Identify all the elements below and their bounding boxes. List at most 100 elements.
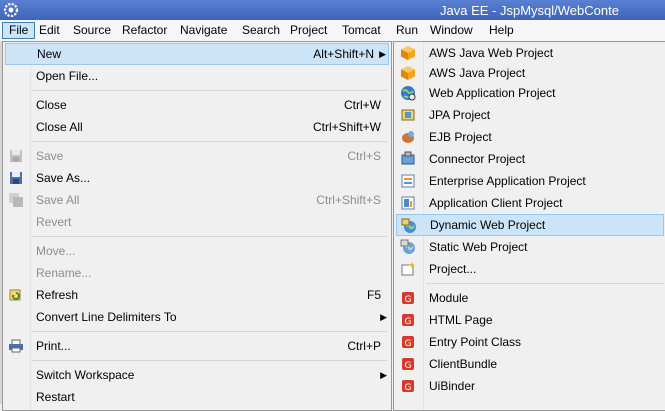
menu-run[interactable]: Run (390, 22, 424, 39)
menu-separator (426, 283, 664, 284)
menu-item-label: Revert (36, 215, 72, 229)
menu-item-label: Close All (36, 120, 83, 134)
menu-help[interactable]: Help (483, 22, 520, 39)
app-client-project-icon (401, 196, 415, 210)
submenu-item-label: Connector Project (429, 152, 526, 166)
submenu-item-uibinder[interactable]: G UiBinder (396, 375, 664, 397)
submenu-item-clientbundle[interactable]: G ClientBundle (396, 353, 664, 375)
svg-text:G: G (405, 317, 412, 327)
menu-item-refresh[interactable]: Refresh F5 (5, 284, 389, 306)
menu-tomcat[interactable]: Tomcat (336, 22, 387, 39)
menu-item-print[interactable]: Print... Ctrl+P (5, 335, 389, 357)
enterprise-project-icon (401, 174, 415, 188)
menu-item-open-file[interactable]: Open File... (5, 65, 389, 87)
submenu-item-label: AWS Java Web Project (429, 46, 554, 60)
globe-project-icon (401, 86, 416, 101)
submenu-item-module[interactable]: G Module (396, 287, 664, 309)
menu-item-label: Print... (36, 339, 71, 353)
menu-item-new[interactable]: New Alt+Shift+N ▶ (5, 43, 389, 65)
gwt-icon: G (402, 380, 414, 393)
submenu-item-label: ClientBundle (429, 357, 498, 371)
svg-text:G: G (405, 295, 412, 305)
menu-item-save[interactable]: Save Ctrl+S (5, 145, 389, 167)
file-menu: New Alt+Shift+N ▶ Open File... Close Ctr… (2, 41, 392, 411)
refresh-icon (9, 289, 21, 301)
submenu-item-label: Module (429, 291, 469, 305)
menu-item-shortcut: Ctrl+Shift+S (316, 193, 381, 207)
submenu-item-project[interactable]: Project... (396, 258, 664, 280)
menu-item-switch-workspace[interactable]: Switch Workspace ▶ (5, 364, 389, 386)
submenu-arrow-icon: ▶ (379, 49, 386, 59)
menu-item-label: Save All (36, 193, 80, 207)
submenu-item-dynamic-web-project[interactable]: Dynamic Web Project (396, 214, 664, 236)
menu-item-revert[interactable]: Revert (5, 211, 389, 233)
menu-item-label: Switch Workspace (36, 368, 135, 382)
submenu-item-label: UiBinder (429, 379, 476, 393)
submenu-item-label: HTML Page (429, 313, 493, 327)
submenu-item-web-application-project[interactable]: Web Application Project (396, 82, 664, 104)
submenu-item-label: Entry Point Class (429, 335, 522, 349)
menu-item-shortcut: Ctrl+S (347, 149, 381, 163)
dynamic-web-project-icon (401, 218, 416, 233)
submenu-item-enterprise-application-project[interactable]: Enterprise Application Project (396, 170, 664, 192)
submenu-item-aws-java-web-project[interactable]: AWS Java Web Project (396, 42, 664, 64)
submenu-item-label: Web Application Project (429, 86, 556, 100)
save-all-icon (9, 193, 23, 207)
menu-item-convert-line-delimiters[interactable]: Convert Line Delimiters To ▶ (5, 306, 389, 328)
connector-project-icon (401, 151, 415, 165)
menu-item-label: Rename... (36, 266, 92, 280)
print-icon (9, 339, 23, 353)
menu-file[interactable]: File (2, 22, 36, 39)
menu-item-label: Close (36, 98, 67, 112)
menu-search[interactable]: Search (236, 22, 286, 39)
new-project-icon (401, 262, 415, 276)
submenu-item-html-page[interactable]: G HTML Page (396, 309, 664, 331)
menu-item-label: Open File... (36, 69, 99, 83)
menu-item-restart[interactable]: Restart (5, 386, 389, 408)
submenu-item-entry-point-class[interactable]: G Entry Point Class (396, 331, 664, 353)
submenu-item-application-client-project[interactable]: Application Client Project (396, 192, 664, 214)
gwt-icon: G (402, 336, 414, 349)
menu-item-save-all[interactable]: Save All Ctrl+Shift+S (5, 189, 389, 211)
menu-item-shortcut: Ctrl+W (344, 98, 381, 112)
svg-text:G: G (405, 361, 412, 371)
submenu-item-aws-java-project[interactable]: AWS Java Project (396, 62, 664, 84)
submenu-item-jpa-project[interactable]: JPA Project (396, 104, 664, 126)
aws-cube-icon (401, 66, 415, 80)
menu-item-label: Convert Line Delimiters To (36, 310, 177, 324)
menu-project[interactable]: Project (284, 22, 333, 39)
menu-item-label: Save As... (36, 171, 91, 185)
gwt-icon: G (402, 314, 414, 327)
menu-item-label: Refresh (36, 288, 79, 302)
window-title: Java EE - JspMysql/WebConte (440, 3, 619, 18)
save-as-icon (10, 172, 22, 184)
submenu-item-label: Project... (429, 262, 477, 276)
menu-item-label: Move... (36, 244, 76, 258)
title-bar: Java EE - JspMysql/WebConte (0, 0, 665, 20)
menu-navigate[interactable]: Navigate (174, 22, 233, 39)
menu-separator (32, 331, 387, 332)
submenu-item-connector-project[interactable]: Connector Project (396, 148, 664, 170)
menu-item-shortcut: Alt+Shift+N (313, 47, 374, 61)
save-icon (10, 150, 22, 162)
gwt-icon: G (402, 358, 414, 371)
menu-refactor[interactable]: Refactor (116, 22, 173, 39)
menu-item-label: Save (36, 149, 64, 163)
submenu-item-static-web-project[interactable]: Static Web Project (396, 236, 664, 258)
menu-item-close[interactable]: Close Ctrl+W (5, 94, 389, 116)
menu-edit[interactable]: Edit (33, 22, 66, 39)
submenu-item-label: Static Web Project (429, 240, 528, 254)
aws-cube-icon (401, 46, 415, 60)
menu-item-rename[interactable]: Rename... (5, 262, 389, 284)
submenu-arrow-icon: ▶ (380, 312, 387, 322)
menu-separator (32, 360, 387, 361)
menu-source[interactable]: Source (67, 22, 117, 39)
menu-window[interactable]: Window (424, 22, 479, 39)
submenu-item-ejb-project[interactable]: EJB Project (396, 126, 664, 148)
new-submenu: AWS Java Web Project AWS Java Project We… (393, 41, 665, 411)
menu-item-close-all[interactable]: Close All Ctrl+Shift+W (5, 116, 389, 138)
eclipse-gear-icon[interactable] (3, 2, 19, 18)
menu-item-move[interactable]: Move... (5, 240, 389, 262)
menu-item-save-as[interactable]: Save As... (5, 167, 389, 189)
submenu-item-label: AWS Java Project (429, 66, 526, 80)
